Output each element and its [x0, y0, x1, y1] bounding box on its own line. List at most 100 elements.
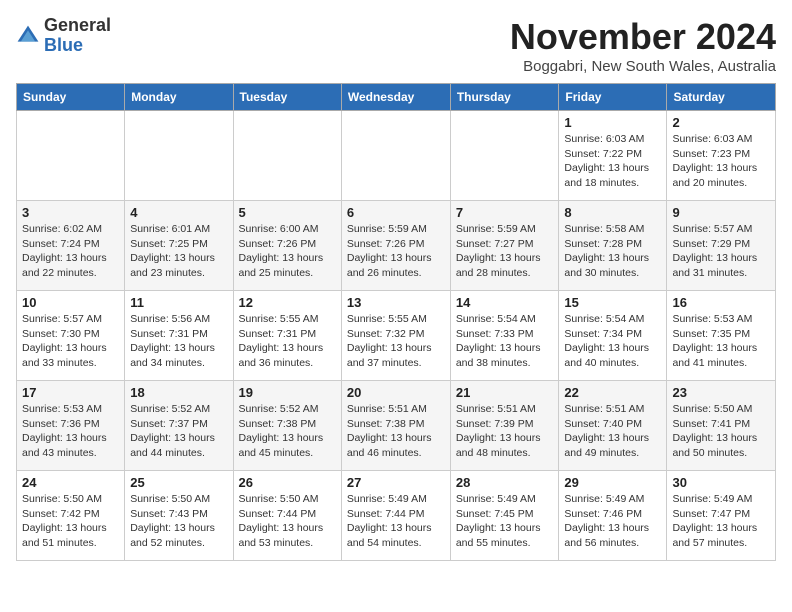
day-number: 3: [22, 205, 119, 220]
day-info: Sunrise: 5:59 AMSunset: 7:27 PMDaylight:…: [456, 222, 554, 281]
calendar-day: 3 Sunrise: 6:02 AMSunset: 7:24 PMDaylight…: [17, 201, 125, 291]
calendar-day: 10 Sunrise: 5:57 AMSunset: 7:30 PMDayligh…: [17, 291, 125, 381]
day-info: Sunrise: 6:01 AMSunset: 7:25 PMDaylight:…: [130, 222, 227, 281]
page-header: General Blue November 2024 Boggabri, New…: [16, 16, 776, 75]
day-number: 16: [672, 295, 770, 310]
day-info: Sunrise: 6:03 AMSunset: 7:22 PMDaylight:…: [564, 132, 661, 191]
calendar-day: [450, 111, 559, 201]
weekday-header-wednesday: Wednesday: [341, 84, 450, 111]
calendar-week-1: 1 Sunrise: 6:03 AMSunset: 7:22 PMDaylight…: [17, 111, 776, 201]
day-number: 14: [456, 295, 554, 310]
calendar-day: 20Sunrise: 5:51 AMSunset: 7:38 PMDayligh…: [341, 381, 450, 471]
day-number: 7: [456, 205, 554, 220]
title-block: November 2024 Boggabri, New South Wales,…: [510, 16, 776, 75]
calendar-day: [341, 111, 450, 201]
day-number: 18: [130, 385, 227, 400]
day-number: 10: [22, 295, 119, 310]
day-number: 11: [130, 295, 227, 310]
day-number: 2: [672, 115, 770, 130]
calendar-day: 13 Sunrise: 5:55 AMSunset: 7:32 PMDayligh…: [341, 291, 450, 381]
calendar-table: SundayMondayTuesdayWednesdayThursdayFrid…: [16, 83, 776, 561]
day-number: 23: [672, 385, 770, 400]
day-number: 6: [347, 205, 445, 220]
calendar-week-2: 3 Sunrise: 6:02 AMSunset: 7:24 PMDaylight…: [17, 201, 776, 291]
day-info: Sunrise: 5:50 AMSunset: 7:42 PMDaylight:…: [22, 492, 119, 551]
day-info: Sunrise: 5:50 AMSunset: 7:43 PMDaylight:…: [130, 492, 227, 551]
calendar-day: 14Sunrise: 5:54 AMSunset: 7:33 PMDayligh…: [450, 291, 559, 381]
day-info: Sunrise: 5:50 AMSunset: 7:41 PMDaylight:…: [672, 402, 770, 461]
calendar-day: 28Sunrise: 5:49 AMSunset: 7:45 PMDayligh…: [450, 471, 559, 561]
day-number: 27: [347, 475, 445, 490]
calendar-day: 12Sunrise: 5:55 AMSunset: 7:31 PMDayligh…: [233, 291, 341, 381]
day-info: Sunrise: 5:53 AMSunset: 7:35 PMDaylight:…: [672, 312, 770, 371]
calendar-day: 24 Sunrise: 5:50 AMSunset: 7:42 PMDayligh…: [17, 471, 125, 561]
day-number: 4: [130, 205, 227, 220]
calendar-day: 30Sunrise: 5:49 AMSunset: 7:47 PMDayligh…: [667, 471, 776, 561]
day-info: Sunrise: 5:54 AMSunset: 7:34 PMDaylight:…: [564, 312, 661, 371]
calendar-header: SundayMondayTuesdayWednesdayThursdayFrid…: [17, 84, 776, 111]
logo-text: General Blue: [44, 16, 111, 56]
calendar-week-4: 17Sunrise: 5:53 AMSunset: 7:36 PMDayligh…: [17, 381, 776, 471]
day-info: Sunrise: 5:50 AMSunset: 7:44 PMDaylight:…: [239, 492, 336, 551]
day-info: Sunrise: 5:55 AMSunset: 7:32 PMDaylight:…: [347, 312, 445, 371]
calendar-day: 15 Sunrise: 5:54 AMSunset: 7:34 PMDayligh…: [559, 291, 667, 381]
calendar-day: 26 Sunrise: 5:50 AMSunset: 7:44 PMDayligh…: [233, 471, 341, 561]
weekday-header-sunday: Sunday: [17, 84, 125, 111]
day-number: 13: [347, 295, 445, 310]
day-info: Sunrise: 6:00 AMSunset: 7:26 PMDaylight:…: [239, 222, 336, 281]
calendar-day: 25 Sunrise: 5:50 AMSunset: 7:43 PMDayligh…: [125, 471, 233, 561]
weekday-header-row: SundayMondayTuesdayWednesdayThursdayFrid…: [17, 84, 776, 111]
calendar-day: 21Sunrise: 5:51 AMSunset: 7:39 PMDayligh…: [450, 381, 559, 471]
day-number: 17: [22, 385, 119, 400]
day-info: Sunrise: 5:49 AMSunset: 7:46 PMDaylight:…: [564, 492, 661, 551]
logo-icon: [16, 24, 40, 48]
calendar-day: 9 Sunrise: 5:57 AMSunset: 7:29 PMDaylight…: [667, 201, 776, 291]
calendar-day: 22Sunrise: 5:51 AMSunset: 7:40 PMDayligh…: [559, 381, 667, 471]
day-info: Sunrise: 6:02 AMSunset: 7:24 PMDaylight:…: [22, 222, 119, 281]
calendar-day: 8Sunrise: 5:58 AMSunset: 7:28 PMDaylight…: [559, 201, 667, 291]
day-info: Sunrise: 5:52 AMSunset: 7:37 PMDaylight:…: [130, 402, 227, 461]
weekday-header-saturday: Saturday: [667, 84, 776, 111]
calendar-week-5: 24 Sunrise: 5:50 AMSunset: 7:42 PMDayligh…: [17, 471, 776, 561]
logo-blue: Blue: [44, 35, 83, 55]
calendar-day: 16 Sunrise: 5:53 AMSunset: 7:35 PMDayligh…: [667, 291, 776, 381]
day-number: 19: [239, 385, 336, 400]
weekday-header-monday: Monday: [125, 84, 233, 111]
day-number: 25: [130, 475, 227, 490]
weekday-header-thursday: Thursday: [450, 84, 559, 111]
calendar-day: 18 Sunrise: 5:52 AMSunset: 7:37 PMDayligh…: [125, 381, 233, 471]
day-number: 21: [456, 385, 554, 400]
day-info: Sunrise: 5:51 AMSunset: 7:40 PMDaylight:…: [564, 402, 661, 461]
month-title: November 2024: [510, 16, 776, 58]
day-number: 15: [564, 295, 661, 310]
day-number: 1: [564, 115, 661, 130]
calendar-body: 1 Sunrise: 6:03 AMSunset: 7:22 PMDaylight…: [17, 111, 776, 561]
day-number: 28: [456, 475, 554, 490]
calendar-day: 17Sunrise: 5:53 AMSunset: 7:36 PMDayligh…: [17, 381, 125, 471]
calendar-day: 2 Sunrise: 6:03 AMSunset: 7:23 PMDaylight…: [667, 111, 776, 201]
calendar-day: 1 Sunrise: 6:03 AMSunset: 7:22 PMDaylight…: [559, 111, 667, 201]
day-number: 29: [564, 475, 661, 490]
calendar-day: [17, 111, 125, 201]
day-info: Sunrise: 5:57 AMSunset: 7:30 PMDaylight:…: [22, 312, 119, 371]
calendar-day: 6 Sunrise: 5:59 AMSunset: 7:26 PMDaylight…: [341, 201, 450, 291]
day-info: Sunrise: 5:52 AMSunset: 7:38 PMDaylight:…: [239, 402, 336, 461]
calendar-day: 19 Sunrise: 5:52 AMSunset: 7:38 PMDayligh…: [233, 381, 341, 471]
day-number: 9: [672, 205, 770, 220]
logo: General Blue: [16, 16, 111, 56]
day-info: Sunrise: 5:56 AMSunset: 7:31 PMDaylight:…: [130, 312, 227, 371]
calendar-day: 5 Sunrise: 6:00 AMSunset: 7:26 PMDaylight…: [233, 201, 341, 291]
day-info: Sunrise: 5:59 AMSunset: 7:26 PMDaylight:…: [347, 222, 445, 281]
day-number: 12: [239, 295, 336, 310]
day-number: 5: [239, 205, 336, 220]
calendar-day: 4 Sunrise: 6:01 AMSunset: 7:25 PMDaylight…: [125, 201, 233, 291]
day-number: 26: [239, 475, 336, 490]
day-info: Sunrise: 6:03 AMSunset: 7:23 PMDaylight:…: [672, 132, 770, 191]
calendar-day: 27Sunrise: 5:49 AMSunset: 7:44 PMDayligh…: [341, 471, 450, 561]
logo-general: General: [44, 15, 111, 35]
calendar-day: 23 Sunrise: 5:50 AMSunset: 7:41 PMDayligh…: [667, 381, 776, 471]
day-number: 30: [672, 475, 770, 490]
day-info: Sunrise: 5:57 AMSunset: 7:29 PMDaylight:…: [672, 222, 770, 281]
day-number: 24: [22, 475, 119, 490]
calendar-day: 29 Sunrise: 5:49 AMSunset: 7:46 PMDayligh…: [559, 471, 667, 561]
